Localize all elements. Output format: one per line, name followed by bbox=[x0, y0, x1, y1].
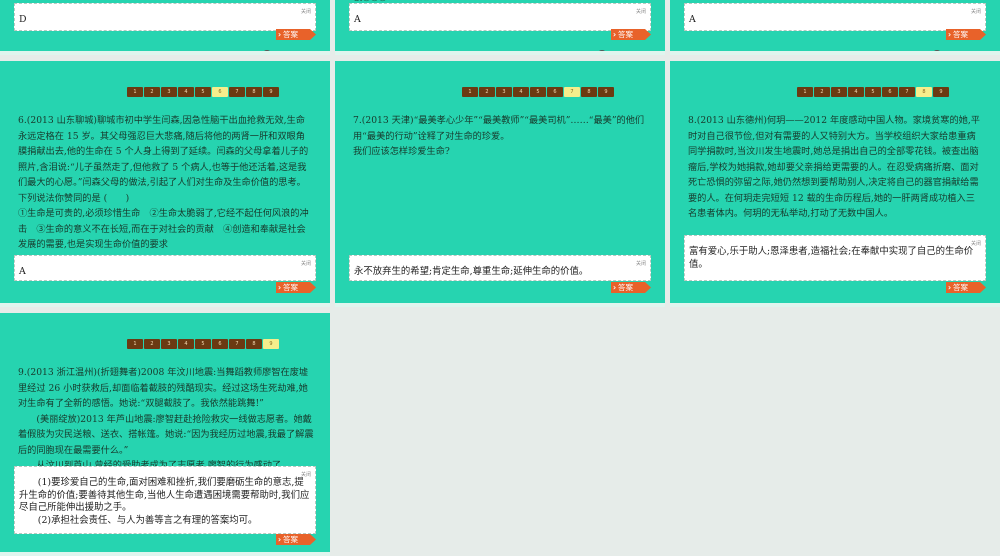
speaker-icon[interactable] bbox=[597, 303, 607, 307]
nav-page-2[interactable]: 2 bbox=[144, 339, 160, 349]
nav-page-4[interactable]: 4 bbox=[848, 87, 864, 97]
question-text: 8.(2013 山东德州)何玥——2012 年度感动中国人物。家境贫寒的她,平时… bbox=[688, 113, 984, 222]
nav-page-7[interactable]: 7 bbox=[564, 87, 580, 97]
nav-page-6[interactable]: 6 bbox=[212, 87, 228, 97]
answer-box: 关闭 D bbox=[14, 3, 316, 31]
page-nav: 123456789 bbox=[462, 87, 614, 97]
answer-button[interactable]: 答案 bbox=[946, 29, 986, 40]
question-paragraph: 9.(2013 浙江温州)(折翅舞者)2008 年汶川地震:当舞蹈教师廖智在废墟… bbox=[18, 367, 309, 409]
answer-button[interactable]: 答案 bbox=[611, 282, 651, 293]
answer-box: 关闭永不放弃生的希望;肯定生命,尊重生命;延伸生命的价值。 bbox=[349, 255, 651, 281]
slide-s7: 1 2 3 4 5 6 7 8 9 7.(2013 天津)“最美孝心少年”“最美教师”“最美司机”… bbox=[335, 61, 665, 307]
nav-page-7[interactable]: 7 bbox=[229, 87, 245, 97]
slide-s9: 1 2 3 4 5 6 7 8 9 9.(2013 浙江温州)(折翅舞者)2008 年汶川地震:当… bbox=[0, 313, 330, 556]
answer-paragraph: (2)承担社会责任、与人为善等言之有理的答案均可。 bbox=[37, 514, 258, 526]
nav-page-1[interactable]: 1 bbox=[797, 87, 813, 97]
close-button[interactable]: 关闭 bbox=[971, 6, 981, 19]
speaker-icon[interactable] bbox=[597, 50, 607, 51]
slide-s4: C.②③④关闭A答案 bbox=[335, 0, 665, 55]
nav-page-7[interactable]: 7 bbox=[229, 339, 245, 349]
answer-button[interactable]: 答案 bbox=[276, 534, 316, 545]
answer-text: 永不放弃生的希望;肯定生命,尊重生命;延伸生命的价值。 bbox=[354, 266, 589, 277]
nav-page-5[interactable]: 5 bbox=[195, 339, 211, 349]
nav-page-9[interactable]: 9 bbox=[933, 87, 949, 97]
close-button[interactable]: 关闭 bbox=[301, 258, 311, 271]
answer-box: 关闭 A bbox=[14, 255, 316, 281]
speaker-icon[interactable] bbox=[932, 303, 942, 307]
slide-s5: 关闭 A 答案 bbox=[670, 0, 1000, 55]
answer-box: 关闭 (1)要珍爱自己的生命,面对困难和挫折,我们要磨砺生命的意志,提升生命的价值… bbox=[14, 466, 316, 534]
nav-page-2[interactable]: 2 bbox=[814, 87, 830, 97]
answer-button[interactable]: 答案 bbox=[276, 29, 316, 40]
question-paragraph: 8.(2013 山东德州)何玥——2012 年度感动中国人物。家境贫寒的她,平时… bbox=[688, 115, 980, 219]
page-nav: 123456789 bbox=[797, 87, 949, 97]
speaker-icon[interactable] bbox=[262, 303, 272, 307]
close-button[interactable]: 关闭 bbox=[301, 6, 311, 19]
nav-page-8[interactable]: 8 bbox=[246, 339, 262, 349]
slide-s8: 1 2 3 4 5 6 7 8 9 8.(2013 山东德州)何玥——2012 年度感动中国人物。… bbox=[670, 61, 1000, 307]
nav-page-1[interactable]: 1 bbox=[462, 87, 478, 97]
close-button[interactable]: 关闭 bbox=[971, 238, 981, 251]
question-paragraph: ①生命是可贵的,必须珍惜生命 ②生命太脆弱了,它经不起任何风浪的冲击 ③生命的意… bbox=[18, 208, 309, 250]
nav-page-7[interactable]: 7 bbox=[899, 87, 915, 97]
nav-page-5[interactable]: 5 bbox=[195, 87, 211, 97]
nav-page-3[interactable]: 3 bbox=[496, 87, 512, 97]
speaker-icon[interactable] bbox=[932, 50, 942, 51]
question-text: 6.(2013 山东聊城)聊城市初中学生闫森,因急性脑干出血抢救无效,生命永远定… bbox=[18, 113, 314, 268]
question-text: 7.(2013 天津)“最美孝心少年”“最美教师”“最美司机”……“最美”的他们… bbox=[353, 113, 649, 160]
answer-box: 关闭 富有爱心,乐于助人;恩泽患者,造福社会;在奉献中实现了自己的生命价值。 bbox=[684, 235, 986, 281]
answer-button[interactable]: 答案 bbox=[611, 29, 651, 40]
nav-page-9[interactable]: 9 bbox=[263, 339, 279, 349]
answer-box: 关闭 A bbox=[684, 3, 986, 31]
slide-s6: 1 2 3 4 5 6 7 8 9 6.(2013 山东聊城)聊城市初中学生闫森,因急性脑干出血抢… bbox=[0, 61, 330, 307]
nav-page-5[interactable]: 5 bbox=[865, 87, 881, 97]
page-nav: 123456789 bbox=[127, 339, 279, 349]
answer-paragraph: (1)要珍爱自己的生命,面对困难和挫折,我们要磨砺生命的意志,提升生命的价值;要… bbox=[19, 477, 310, 513]
nav-page-3[interactable]: 3 bbox=[161, 87, 177, 97]
nav-page-3[interactable]: 3 bbox=[161, 339, 177, 349]
answer-text: D bbox=[19, 14, 27, 25]
nav-page-3[interactable]: 3 bbox=[831, 87, 847, 97]
nav-page-1[interactable]: 1 bbox=[127, 339, 143, 349]
nav-page-8[interactable]: 8 bbox=[581, 87, 597, 97]
nav-page-4[interactable]: 4 bbox=[178, 87, 194, 97]
close-button[interactable]: 关闭 bbox=[636, 258, 646, 271]
answer-button[interactable]: 答案 bbox=[946, 282, 986, 293]
answer-button[interactable]: 答案 bbox=[276, 282, 316, 293]
question-paragraph: 6.(2013 山东聊城)聊城市初中学生闫森,因急性脑干出血抢救无效,生命永远定… bbox=[18, 115, 309, 204]
speaker-icon[interactable] bbox=[262, 50, 272, 51]
answer-text: A bbox=[354, 14, 361, 25]
slide-s3: 关闭 D 答案 bbox=[0, 0, 330, 55]
nav-page-4[interactable]: 4 bbox=[178, 339, 194, 349]
question-text: 9.(2013 浙江温州)(折翅舞者)2008 年汶川地震:当舞蹈教师廖智在废墟… bbox=[18, 365, 314, 474]
nav-page-8[interactable]: 8 bbox=[246, 87, 262, 97]
close-button[interactable]: 关闭 bbox=[301, 469, 311, 482]
question-paragraph: 7.(2013 天津)“最美孝心少年”“最美教师”“最美司机”……“最美”的他们… bbox=[353, 115, 645, 142]
nav-page-9[interactable]: 9 bbox=[263, 87, 279, 97]
nav-page-6[interactable]: 6 bbox=[212, 339, 228, 349]
close-button[interactable]: 关闭 bbox=[636, 6, 646, 19]
nav-page-6[interactable]: 6 bbox=[547, 87, 563, 97]
question-paragraph: (美丽绽放)2013 年芦山地震:廖智赶赴抢险救灾一线做志愿者。她戴着假肢为灾民… bbox=[18, 413, 314, 456]
nav-page-2[interactable]: 2 bbox=[479, 87, 495, 97]
question-paragraph: 我们应该怎样珍爱生命? bbox=[353, 146, 450, 157]
nav-page-9[interactable]: 9 bbox=[598, 87, 614, 97]
nav-page-8[interactable]: 8 bbox=[916, 87, 932, 97]
answer-text: A bbox=[689, 14, 696, 25]
answer-text: 富有爱心,乐于助人;恩泽患者,造福社会;在奉献中实现了自己的生命价值。 bbox=[689, 246, 974, 270]
nav-page-6[interactable]: 6 bbox=[882, 87, 898, 97]
nav-page-4[interactable]: 4 bbox=[513, 87, 529, 97]
nav-page-2[interactable]: 2 bbox=[144, 87, 160, 97]
nav-page-5[interactable]: 5 bbox=[530, 87, 546, 97]
answer-box: 关闭 A bbox=[349, 3, 651, 31]
answer-text: A bbox=[19, 266, 26, 277]
page-nav: 123456789 bbox=[127, 87, 279, 97]
nav-page-1[interactable]: 1 bbox=[127, 87, 143, 97]
